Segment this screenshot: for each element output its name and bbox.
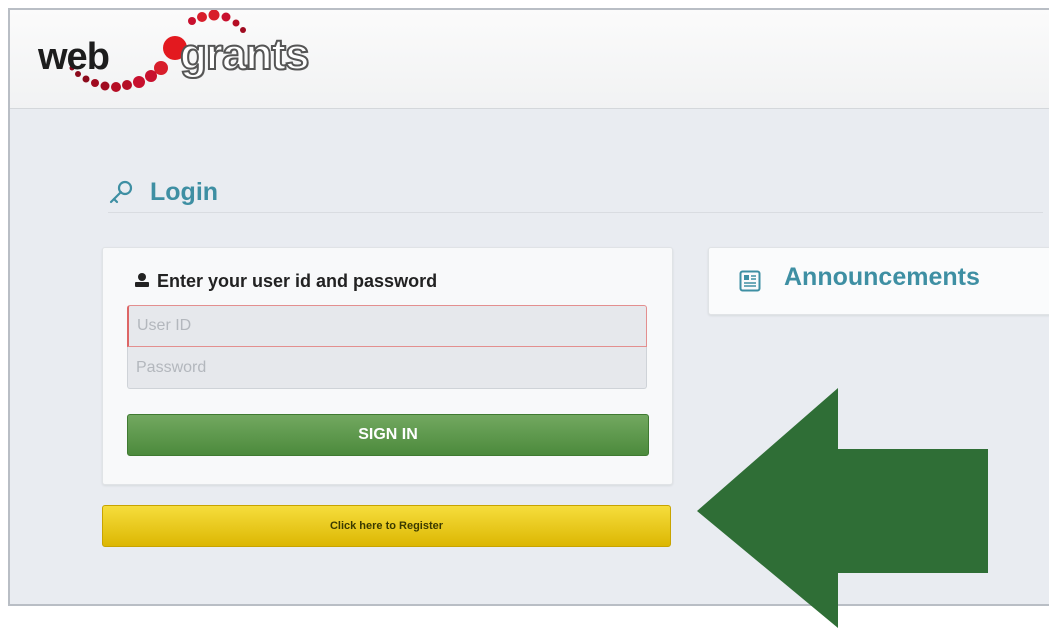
login-instruction-text: Enter your user id and password — [157, 271, 438, 291]
announcement-icon — [739, 270, 761, 292]
webgrants-logo[interactable]: web grants — [24, 10, 364, 102]
app-window: web grants Login Enter your user id and … — [8, 8, 1049, 606]
login-title: Login — [150, 178, 219, 206]
user-icon — [135, 273, 149, 287]
user-id-input[interactable] — [127, 305, 647, 347]
login-panel: Enter your user id and password SIGN IN — [102, 247, 673, 485]
key-icon — [109, 180, 133, 204]
logo-grants-text: grants — [179, 29, 310, 80]
register-button[interactable]: Click here to Register — [102, 505, 671, 547]
announcements-title: Announcements — [784, 263, 980, 291]
password-input[interactable] — [127, 347, 647, 389]
logo-web-text: web — [38, 36, 110, 78]
login-heading: Login — [108, 172, 1043, 213]
sign-in-button[interactable]: SIGN IN — [127, 414, 649, 456]
announcements-panel: Announcements — [708, 247, 1049, 315]
header: web grants — [10, 10, 1049, 109]
login-instruction: Enter your user id and password — [133, 271, 437, 292]
